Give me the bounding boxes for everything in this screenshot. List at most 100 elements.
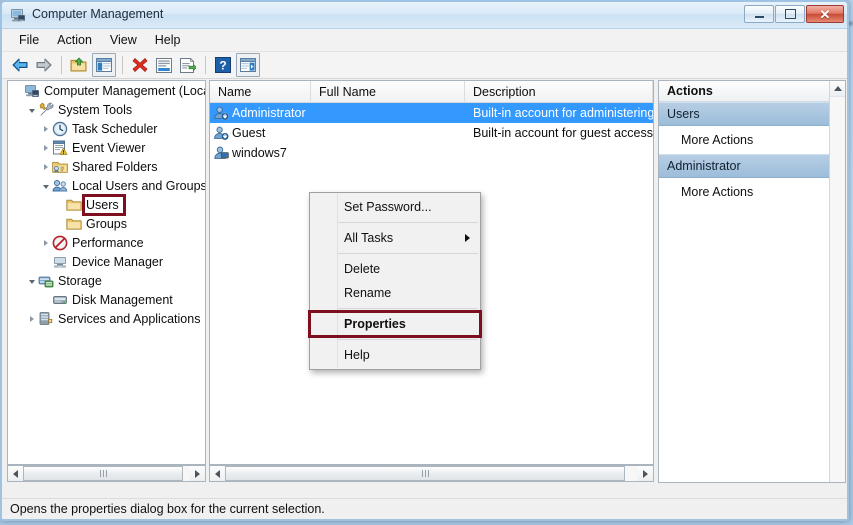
tree-scroll-track[interactable] [23,466,190,481]
user-icon [213,145,229,161]
actions-group-label: Administrator [667,159,741,173]
context-menu-set-password[interactable]: Set Password... [310,195,480,219]
toolbar-export-list[interactable] [177,54,199,76]
context-menu-separator-4 [338,339,478,340]
title-bar[interactable]: Computer Management ✕ [2,2,847,29]
minimize-icon [745,6,773,22]
tree-node-groups[interactable]: Groups [8,214,205,233]
tree-node-system-tools[interactable]: System Tools [8,100,205,119]
tree-node-disk-management[interactable]: Disk Management [8,290,205,309]
performance-icon [52,235,68,251]
list-scroll-right-button[interactable] [638,466,653,481]
chevron-right-icon[interactable] [39,119,52,138]
toolbar-show-hide-console-tree[interactable] [92,53,116,77]
tree-expander-spacer [11,81,24,100]
actions-pane: Actions Users More Actions Administrator Mo… [658,80,846,483]
list-scroll-left-button[interactable] [210,466,225,481]
shared-folders-icon [52,159,68,175]
tree-expander-spacer [53,195,66,214]
cell-description: Built-in account for guest access t... [473,126,653,140]
context-menu-help[interactable]: Help [310,343,480,367]
tree-node-storage[interactable]: Storage [8,271,205,290]
tree-node-task-scheduler[interactable]: Task Scheduler [8,119,205,138]
table-row[interactable]: Guest Built-in account for guest access t… [210,123,653,143]
toolbar-properties[interactable] [153,54,175,76]
list-column-headers: Name Full Name Description [210,81,653,103]
toolbar: ? [2,52,847,79]
context-menu-delete[interactable]: Delete [310,257,480,281]
chevron-down-icon[interactable] [25,271,38,290]
context-menu-item-label: Delete [344,262,381,276]
clock-icon [52,121,68,137]
list-scroll-thumb[interactable] [225,466,625,481]
table-row[interactable]: Administrator Built-in account for admini… [210,103,653,123]
column-header-full-name[interactable]: Full Name [311,81,465,102]
toolbar-show-hide-action-pane[interactable] [236,53,260,77]
actions-group-users[interactable]: Users [659,102,845,126]
menu-help[interactable]: Help [146,30,190,50]
computer-icon [24,83,40,99]
context-menu-properties[interactable]: Properties [308,310,482,338]
list-horizontal-scrollbar[interactable] [209,465,654,483]
tree-node-shared-folders[interactable]: Shared Folders [8,157,205,176]
toolbar-up-one-level[interactable] [68,54,90,76]
device-manager-icon [52,254,68,270]
user-disabled-icon [213,105,229,121]
close-button[interactable]: ✕ [806,5,844,23]
tree-scroll-left-button[interactable] [8,466,23,481]
actions-users-more-actions[interactable]: More Actions [659,126,845,154]
tree-scroll-right-button[interactable] [190,466,205,481]
tree-node-users[interactable]: Users [8,193,205,216]
tree-node-label: System Tools [58,102,133,117]
toolbar-forward[interactable] [33,54,55,76]
users-groups-icon [52,178,68,194]
window-body: Computer Management (Local) System Tools T… [2,79,847,488]
chevron-right-icon[interactable] [39,233,52,252]
actions-vertical-scrollbar[interactable] [829,81,845,482]
toolbar-help[interactable]: ? [212,54,234,76]
system-tools-icon [38,102,54,118]
tree-expander-spacer [39,252,52,271]
maximize-button[interactable] [775,5,805,23]
cell-name: windows7 [210,145,311,161]
toolbar-delete[interactable] [129,54,151,76]
user-disabled-icon [213,125,229,141]
chevron-right-icon[interactable] [25,309,38,328]
column-header-description[interactable]: Description [465,81,653,102]
tree-scroll-thumb[interactable] [23,466,183,481]
column-header-name[interactable]: Name [210,81,311,102]
table-row[interactable]: windows7 [210,143,653,163]
chevron-right-icon[interactable] [39,157,52,176]
menu-view[interactable]: View [101,30,146,50]
context-menu-all-tasks[interactable]: All Tasks [310,226,480,250]
tree-node-label: Services and Applications [58,311,201,326]
tree-node-label: Computer Management (Local) [44,83,206,98]
actions-group-administrator[interactable]: Administrator [659,154,845,178]
context-menu-rename[interactable]: Rename [310,281,480,305]
tree-node-local-users-and-groups[interactable]: Local Users and Groups [8,176,205,195]
minimize-button[interactable] [744,5,774,23]
chevron-down-icon[interactable] [39,176,52,195]
menu-action[interactable]: Action [48,30,101,50]
tree-node-device-manager[interactable]: Device Manager [8,252,205,271]
actions-administrator-more-actions[interactable]: More Actions [659,178,845,206]
tree-node-event-viewer[interactable]: Event Viewer [8,138,205,157]
chevron-right-icon[interactable] [39,138,52,157]
context-menu-item-label: All Tasks [344,231,394,245]
list-scroll-track[interactable] [225,466,638,481]
tree-node-computer-management[interactable]: Computer Management (Local) [8,81,205,100]
chevron-down-icon[interactable] [25,100,38,119]
console-tree-pane[interactable]: Computer Management (Local) System Tools T… [7,80,206,465]
actions-group-list: Users More Actions Administrator More Actio… [659,102,845,206]
toolbar-back[interactable] [9,54,31,76]
menu-file[interactable]: File [10,30,48,50]
tree-node-performance[interactable]: Performance [8,233,205,252]
tree-node-services-and-applications[interactable]: Services and Applications [8,309,205,328]
actions-scroll-up-button[interactable] [830,81,845,97]
user-name-label: Guest [232,126,266,140]
actions-pane-title: Actions [659,81,845,102]
actions-item-label: More Actions [681,185,754,199]
actions-item-label: More Actions [681,133,754,147]
maximize-icon [776,6,804,22]
tree-horizontal-scrollbar[interactable] [7,465,206,483]
